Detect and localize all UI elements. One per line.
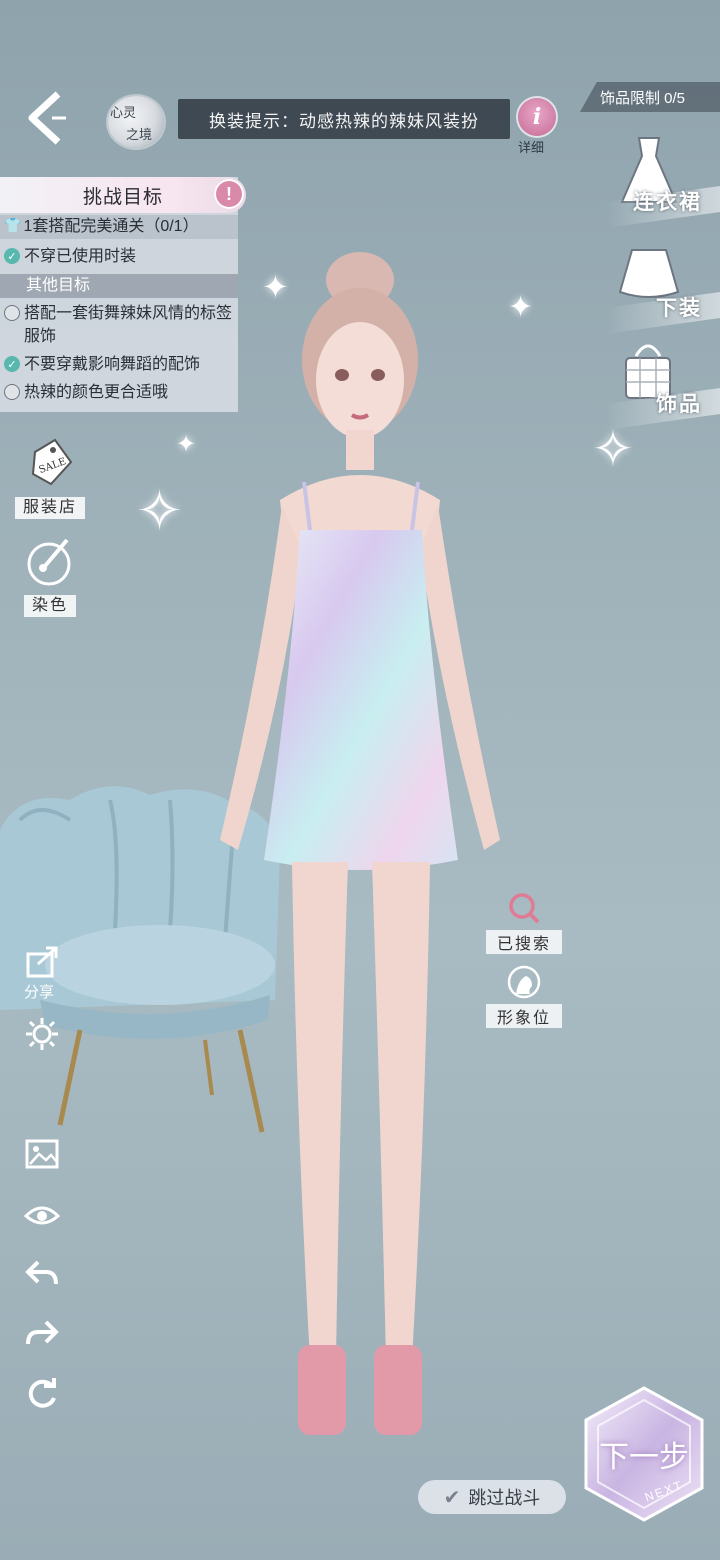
outfit-hint-bar: 换装提示：动感热辣的辣妹风装扮 [178,99,510,139]
refresh-icon [28,1378,56,1408]
chevron-left-icon [28,91,66,145]
category-bottoms[interactable]: 下装 [600,238,720,335]
badge-line1: 心灵 [110,106,137,121]
view-toggle-button[interactable] [23,1196,64,1236]
reset-button[interactable] [24,1376,64,1416]
accessory-limit: 饰品限制 0/5 [580,82,720,112]
gear-icon [26,1018,58,1050]
sparkle-star: ✧ [136,479,183,542]
goal-text: 不穿已使用时装 [24,248,137,265]
main-goal-text: 1套搭配完美通关（0/1） [23,218,199,235]
sale-tag-icon: SALE [31,438,73,486]
main-goal-row: 👕 1套搭配完美通关（0/1） [0,215,238,239]
image-slot-label[interactable]: 形象位 [486,1004,562,1028]
share-label: 分享 [24,984,55,1001]
check-icon: ✓ [4,356,20,372]
category-dress-label: 连衣裙 [633,189,702,214]
search-button[interactable] [502,888,546,928]
character-model [220,252,500,1435]
eye-icon [23,1206,61,1225]
other-goal-row: ✓ 不要穿戴影响舞蹈的配饰 [0,353,238,376]
dye-label: 染色 [23,595,76,617]
undo-icon [25,1260,58,1285]
back-button[interactable] [22,88,72,148]
other-goal-text: 不要穿戴影响舞蹈的配饰 [24,356,201,373]
image-icon [25,1139,59,1169]
other-goals-title: 其他目标 [0,274,238,298]
category-dress[interactable]: 连衣裙 [600,132,720,229]
info-button[interactable]: i [518,98,556,136]
unchecked-circle-icon [4,305,20,321]
badge-line2: 之境 [126,128,153,143]
challenge-title: 挑战目标 [0,177,246,213]
category-accessories-label: 饰品 [656,391,702,416]
double-check-icon: ✔ [443,1486,461,1509]
info-label: 详细 [518,140,545,155]
profile-silhouette-icon [507,965,541,999]
settings-button[interactable] [24,1016,64,1056]
spirit-realm-badge: 心灵 之境 [108,96,164,148]
searched-label[interactable]: 已搜索 [486,930,562,954]
shirt-icon: 👕 [4,217,22,233]
redo-icon [26,1320,59,1345]
photo-button[interactable] [24,1136,64,1176]
goal-row: ✓ 不穿已使用时装 [0,245,238,268]
exclamation-icon[interactable]: ! [214,179,244,209]
other-goal-text: 搭配一套街舞辣妹风情的标签服饰 [24,305,233,345]
sparkle-star: ✦ [176,431,197,458]
next-step-button[interactable]: 下一步 NEXT [580,1384,708,1524]
clothing-shop-button[interactable]: SALE 服装店 [14,432,86,519]
skip-battle-button[interactable]: ✔ 跳过战斗 [418,1480,566,1514]
share-icon [26,946,58,978]
image-slot-button[interactable] [502,962,546,1002]
other-goal-row: 热辣的颜色更合适哦 [0,381,238,404]
dye-button[interactable]: 染色 [14,536,86,617]
other-goal-row: 搭配一套街舞辣妹风情的标签服饰 [0,302,238,348]
search-icon [509,893,540,924]
palette-brush-icon [27,538,71,586]
other-goal-text: 热辣的颜色更合适哦 [24,384,169,401]
skip-battle-label: 跳过战斗 [468,1488,541,1508]
unchecked-circle-icon [4,384,20,400]
next-step-label: 下一步 [599,1440,689,1475]
share-button[interactable]: 分享 [24,944,64,1004]
check-icon: ✓ [4,248,20,264]
redo-button[interactable] [24,1316,64,1356]
clothing-shop-label: 服装店 [14,497,85,519]
category-accessories[interactable]: 饰品 [600,334,720,431]
undo-button[interactable] [24,1256,64,1296]
category-bottoms-label: 下装 [656,295,702,320]
